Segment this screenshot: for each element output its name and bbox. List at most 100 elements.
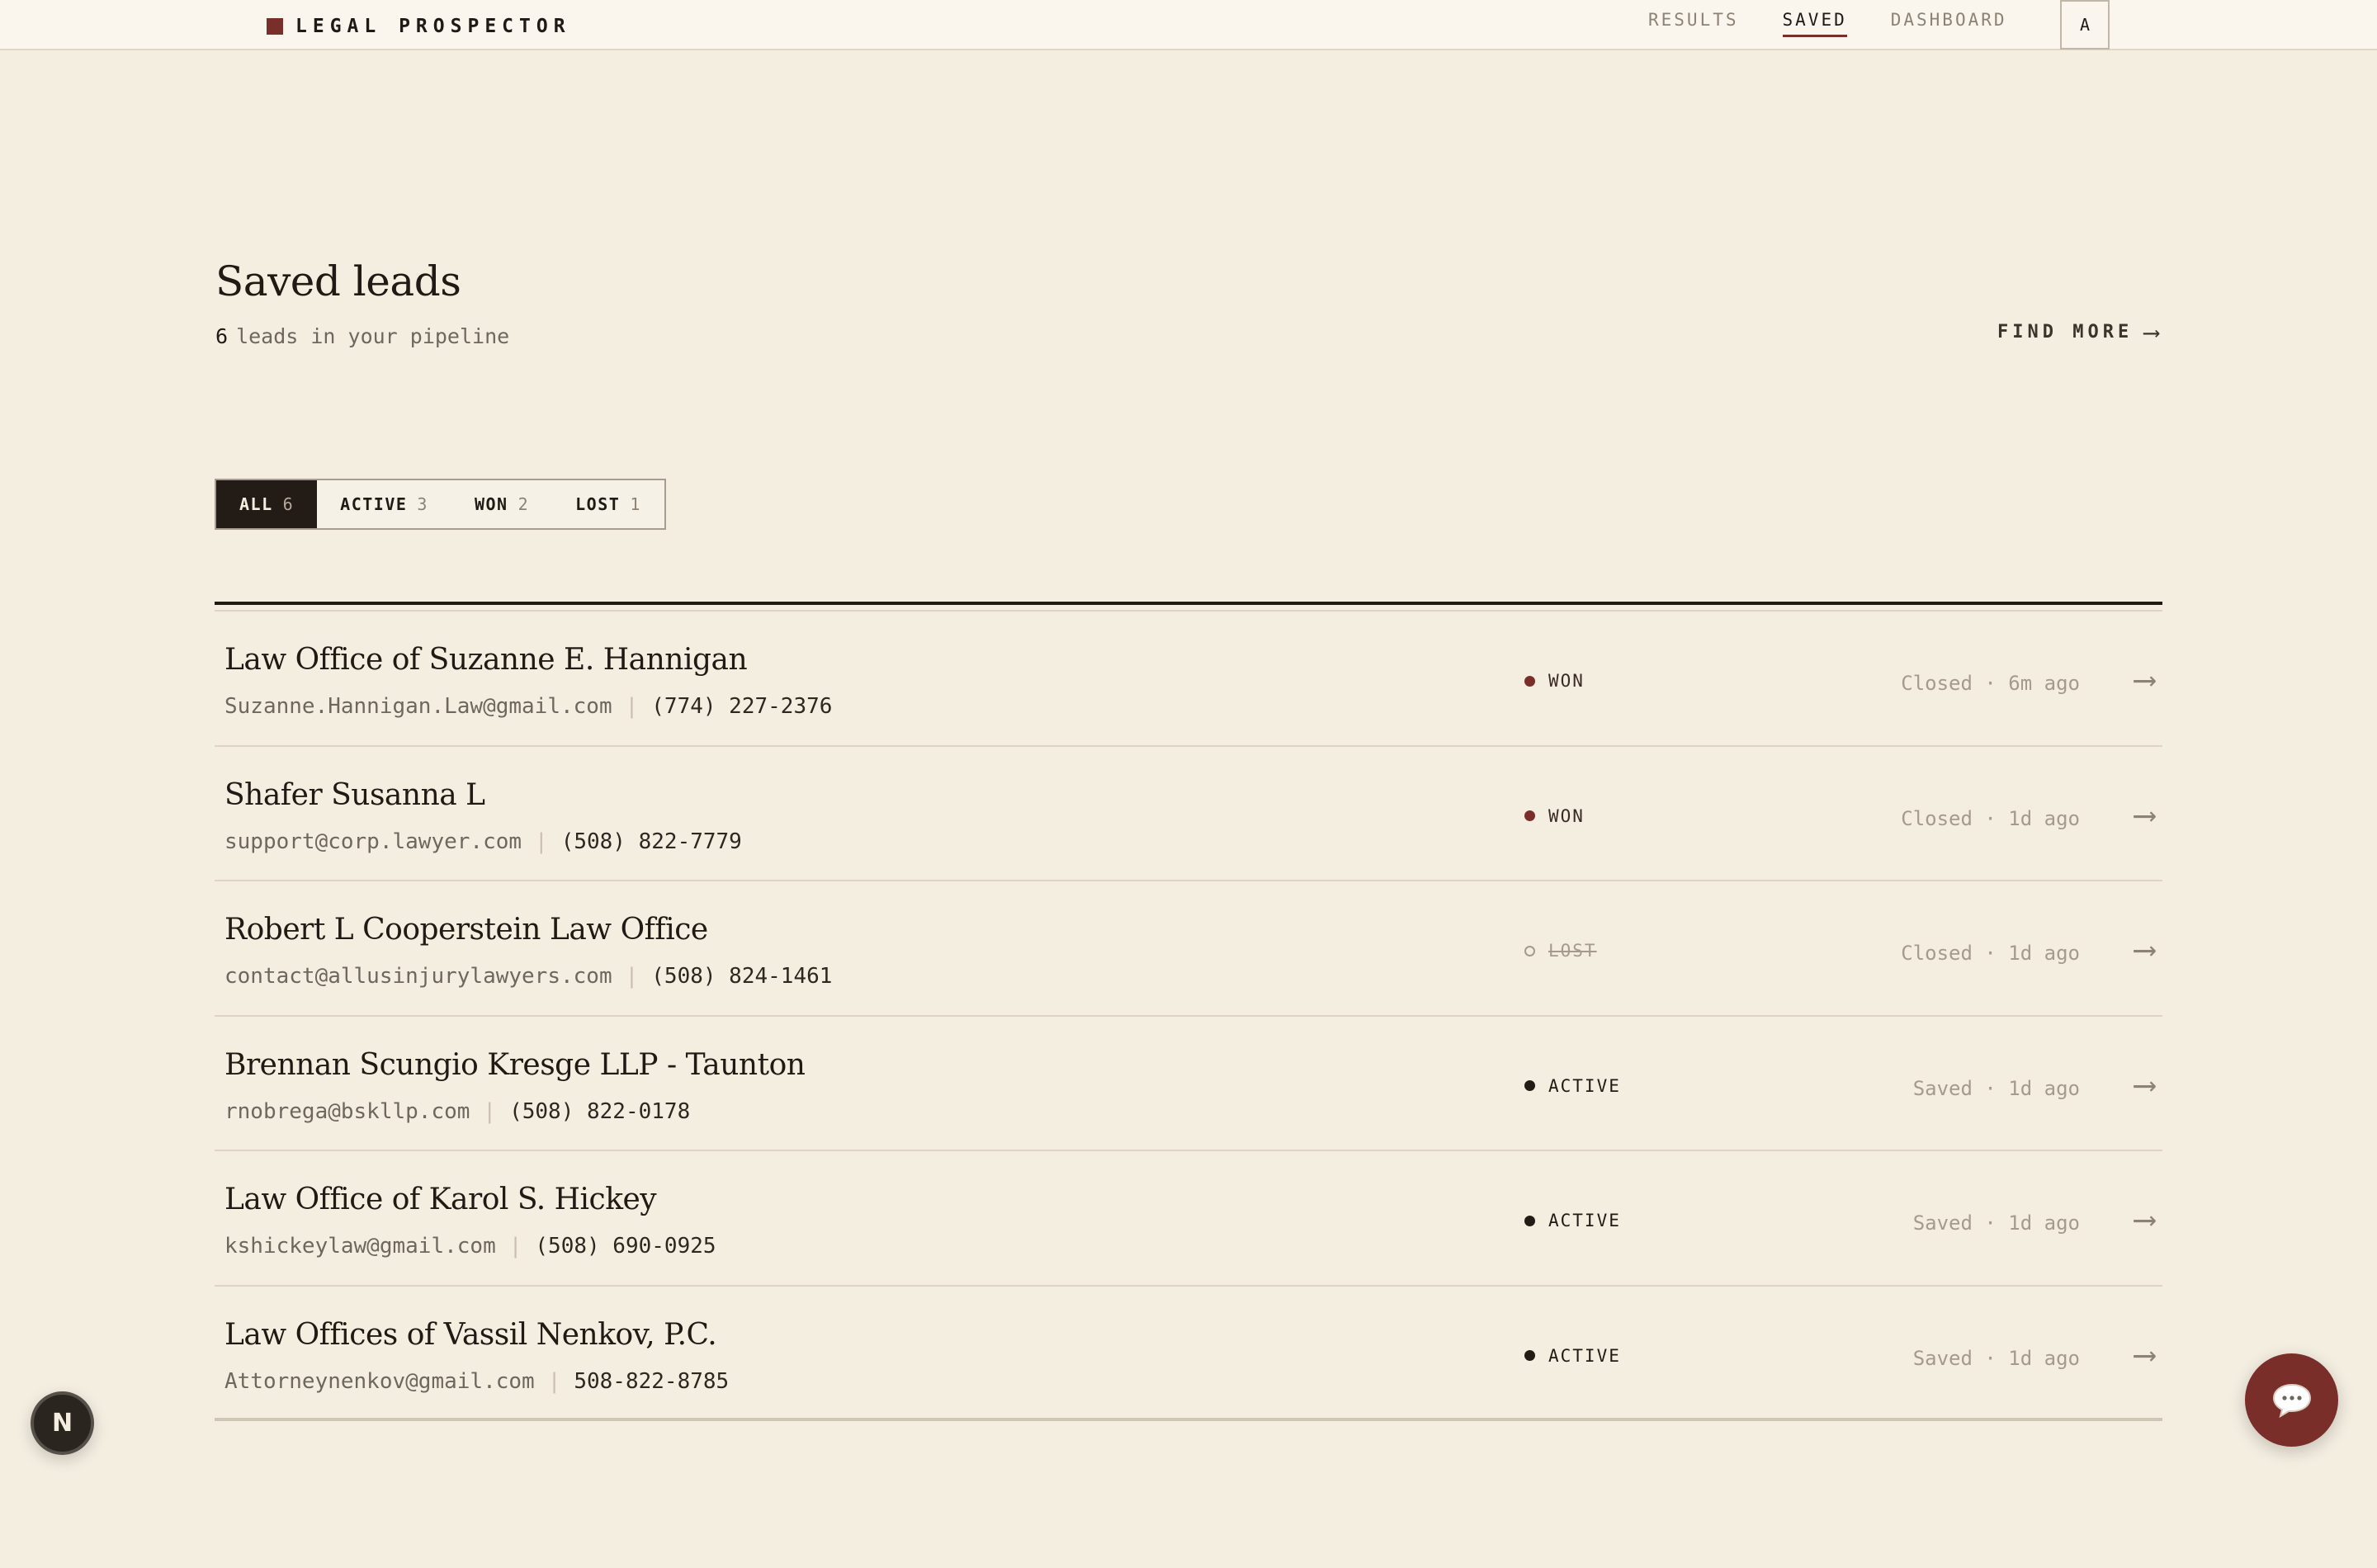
filter-label: LOST xyxy=(575,494,621,514)
lead-phone[interactable]: 508-822-8785 xyxy=(574,1369,729,1394)
status-dot-icon xyxy=(1524,1080,1535,1091)
lead-row[interactable]: Shafer Susanna L support@corp.lawyer.com… xyxy=(215,747,2162,881)
lead-phone[interactable]: (508) 690-0925 xyxy=(535,1234,716,1259)
status-dot-icon xyxy=(1524,810,1535,821)
main-nav: RESULTS SAVED DASHBOARD xyxy=(1648,10,2051,37)
lead-row[interactable]: Law Offices of Vassil Nenkov, P.C. Attor… xyxy=(215,1287,2162,1421)
lead-timestamp: Saved · 1d ago xyxy=(1912,1076,2080,1100)
status-filter-tabs: ALL 6 ACTIVE 3 WON 2 LOST 1 xyxy=(215,479,666,530)
find-more-label: FIND MORE xyxy=(1997,322,2134,342)
brand-name: LEGAL PROSPECTOR xyxy=(295,16,571,37)
status-badge: WON xyxy=(1524,806,1585,826)
arrow-right-icon[interactable]: ⟶ xyxy=(2135,1066,2154,1103)
status-badge: ACTIVE xyxy=(1524,1211,1621,1230)
lead-timestamp: Saved · 1d ago xyxy=(1912,1211,2080,1235)
arrow-right-icon: ⟶ xyxy=(2144,319,2159,346)
lead-timestamp: Closed · 6m ago xyxy=(1901,672,2080,695)
status-badge: WON xyxy=(1524,671,1585,691)
contact-separator: | xyxy=(547,1368,561,1394)
lead-count: 6 xyxy=(215,324,229,348)
nav-results[interactable]: RESULTS xyxy=(1648,10,1739,37)
avatar[interactable]: A xyxy=(2060,0,2110,50)
lead-email[interactable]: contact@allusinjurylawyers.com xyxy=(224,964,612,989)
lead-count-label: leads in your pipeline xyxy=(236,324,510,348)
contact-separator: | xyxy=(625,694,639,719)
filter-count: 1 xyxy=(630,494,641,514)
status-dot-icon xyxy=(1524,1215,1535,1226)
lead-name: Robert L Cooperstein Law Office xyxy=(224,913,708,947)
find-more-link[interactable]: FIND MORE ⟶ xyxy=(1997,319,2158,346)
lead-email[interactable]: rnobrega@bskllp.com xyxy=(224,1099,470,1124)
chat-bubble-icon xyxy=(2272,1383,2311,1418)
brand-logo-square xyxy=(267,18,283,35)
status-label: WON xyxy=(1548,805,1585,826)
contact-separator: | xyxy=(625,964,639,989)
nav-dashboard[interactable]: DASHBOARD xyxy=(1891,10,2007,37)
top-bar: LEGAL PROSPECTOR RESULTS SAVED DASHBOARD… xyxy=(0,0,2377,50)
lead-list: Law Office of Suzanne E. Hannigan Suzann… xyxy=(215,612,2162,1421)
status-badge: ACTIVE xyxy=(1524,1346,1621,1366)
brand[interactable]: LEGAL PROSPECTOR xyxy=(267,16,571,37)
filter-lost[interactable]: LOST 1 xyxy=(552,480,664,528)
lead-email[interactable]: kshickeylaw@gmail.com xyxy=(224,1234,496,1259)
status-badge: ACTIVE xyxy=(1524,1076,1621,1096)
lead-name: Law Office of Suzanne E. Hannigan xyxy=(224,643,748,677)
status-label: ACTIVE xyxy=(1548,1075,1621,1096)
lead-contact: support@corp.lawyer.com | (508) 822-7779 xyxy=(224,829,742,854)
contact-separator: | xyxy=(483,1098,497,1124)
filter-count: 3 xyxy=(417,494,428,514)
lead-name: Law Office of Karol S. Hickey xyxy=(224,1183,657,1216)
filter-label: ALL xyxy=(239,494,273,514)
contact-separator: | xyxy=(508,1234,522,1259)
lead-row[interactable]: Law Office of Karol S. Hickey kshickeyla… xyxy=(215,1151,2162,1287)
status-dot-icon xyxy=(1524,945,1535,956)
arrow-right-icon[interactable]: ⟶ xyxy=(2135,1201,2154,1237)
status-badge: LOST xyxy=(1524,941,1597,961)
lead-contact: Suzanne.Hannigan.Law@gmail.com | (774) 2… xyxy=(224,694,832,719)
lead-phone[interactable]: (774) 227-2376 xyxy=(651,694,832,719)
lead-phone[interactable]: (508) 822-0178 xyxy=(509,1099,690,1124)
list-top-rule xyxy=(215,602,2162,605)
lead-email[interactable]: support@corp.lawyer.com xyxy=(224,829,522,854)
lead-phone[interactable]: (508) 824-1461 xyxy=(651,964,832,989)
lead-contact: contact@allusinjurylawyers.com | (508) 8… xyxy=(224,964,832,989)
arrow-right-icon[interactable]: ⟶ xyxy=(2135,661,2154,697)
lead-row[interactable]: Law Office of Suzanne E. Hannigan Suzann… xyxy=(215,612,2162,747)
status-label: WON xyxy=(1548,671,1585,691)
status-dot-icon xyxy=(1524,1350,1535,1361)
status-label: ACTIVE xyxy=(1548,1211,1621,1230)
dev-tools-badge[interactable]: N xyxy=(31,1391,94,1455)
nav-saved[interactable]: SAVED xyxy=(1782,10,1847,37)
chat-button[interactable] xyxy=(2245,1353,2338,1447)
lead-row[interactable]: Robert L Cooperstein Law Office contact@… xyxy=(215,881,2162,1017)
filter-count: 2 xyxy=(517,494,530,514)
contact-separator: | xyxy=(535,829,548,854)
filter-won[interactable]: WON 2 xyxy=(451,480,552,528)
filter-active[interactable]: ACTIVE 3 xyxy=(317,480,451,528)
lead-email[interactable]: Suzanne.Hannigan.Law@gmail.com xyxy=(224,694,612,719)
filter-label: WON xyxy=(474,494,508,514)
filter-label: ACTIVE xyxy=(340,494,408,514)
lead-contact: Attorneynenkov@gmail.com | 508-822-8785 xyxy=(224,1369,729,1394)
filter-all[interactable]: ALL 6 xyxy=(216,480,318,528)
lead-name: Shafer Susanna L xyxy=(224,777,485,812)
lead-timestamp: Saved · 1d ago xyxy=(1912,1346,2080,1370)
status-label: LOST xyxy=(1548,941,1597,961)
filter-count: 6 xyxy=(282,494,295,514)
lead-email[interactable]: Attorneynenkov@gmail.com xyxy=(224,1369,535,1394)
lead-name: Brennan Scungio Kresge LLP - Taunton xyxy=(224,1047,806,1082)
lead-contact: kshickeylaw@gmail.com | (508) 690-0925 xyxy=(224,1234,716,1259)
lead-count-summary: 6 leads in your pipeline xyxy=(215,324,509,348)
lead-phone[interactable]: (508) 822-7779 xyxy=(561,829,742,854)
lead-name: Law Offices of Vassil Nenkov, P.C. xyxy=(224,1317,717,1352)
lead-row[interactable]: Brennan Scungio Kresge LLP - Taunton rno… xyxy=(215,1017,2162,1151)
status-label: ACTIVE xyxy=(1548,1345,1621,1366)
arrow-right-icon[interactable]: ⟶ xyxy=(2135,931,2154,967)
status-dot-icon xyxy=(1524,675,1535,687)
lead-timestamp: Closed · 1d ago xyxy=(1901,942,2080,965)
page-title: Saved leads xyxy=(215,257,461,305)
lead-timestamp: Closed · 1d ago xyxy=(1901,806,2080,830)
lead-contact: rnobrega@bskllp.com | (508) 822-0178 xyxy=(224,1099,690,1124)
arrow-right-icon[interactable]: ⟶ xyxy=(2135,1336,2154,1372)
arrow-right-icon[interactable]: ⟶ xyxy=(2135,796,2154,833)
